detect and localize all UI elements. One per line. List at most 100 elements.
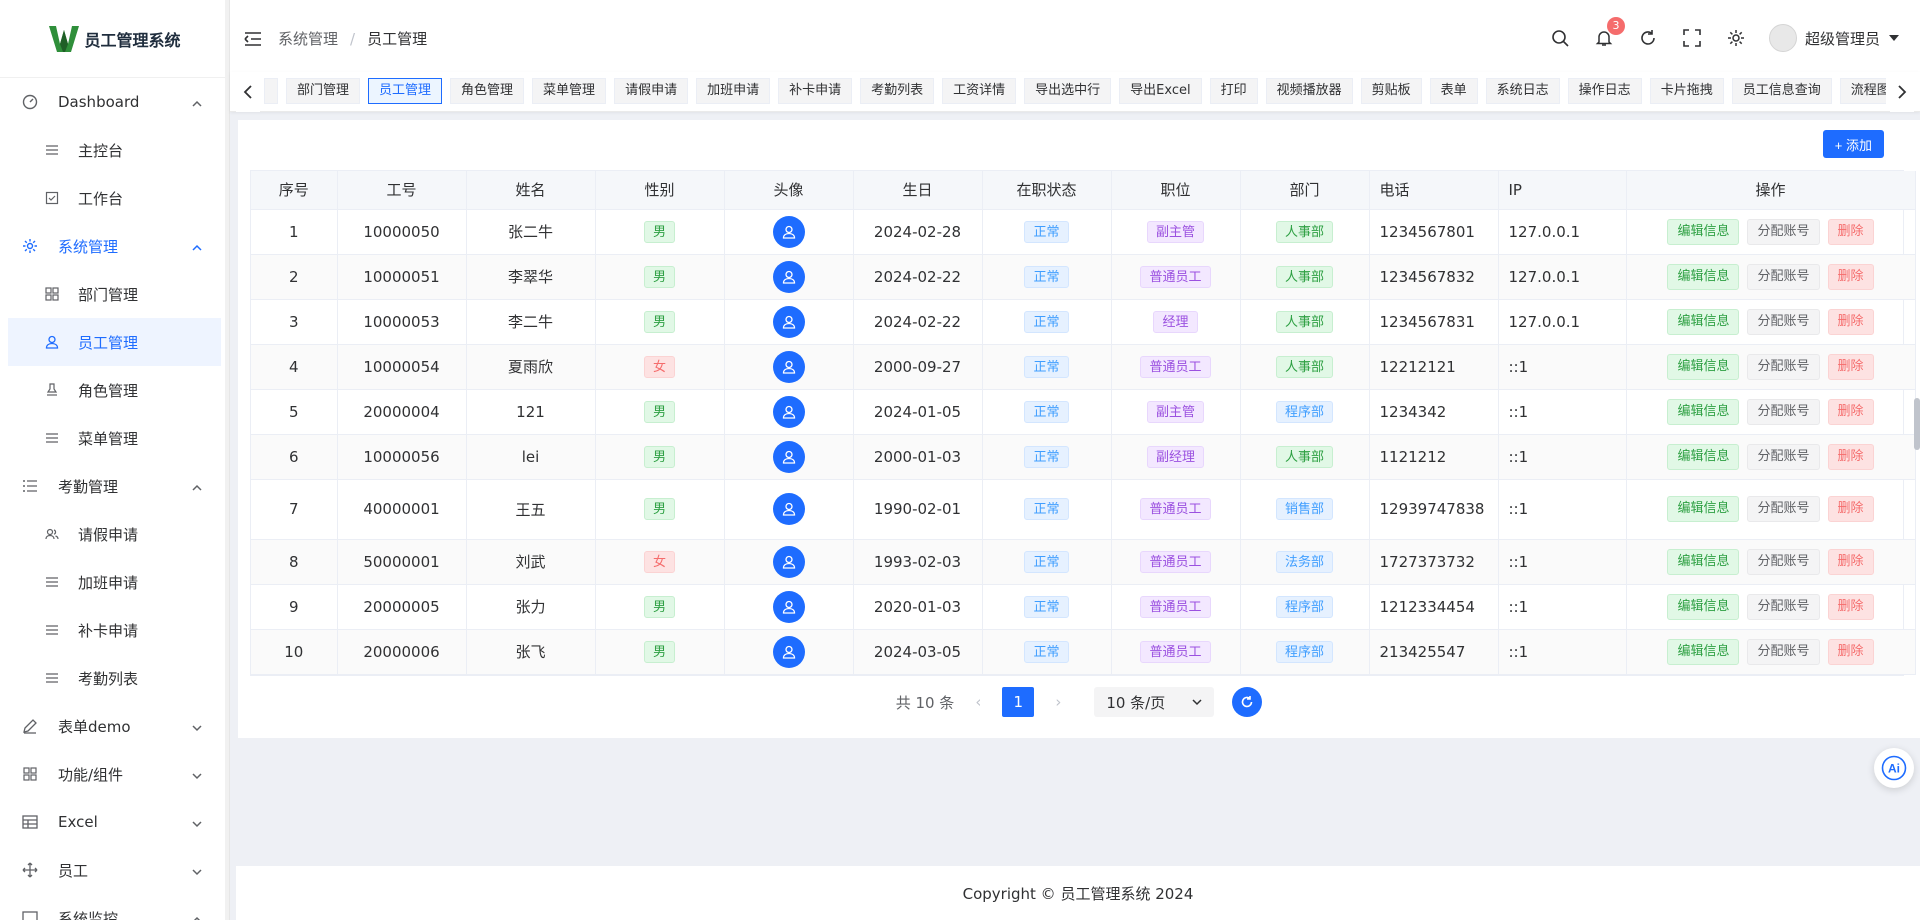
tag-item[interactable]: 打印 <box>1209 78 1258 104</box>
settings-gear-icon[interactable] <box>1725 27 1747 49</box>
delete-button[interactable]: 删除 <box>1827 398 1874 425</box>
assign-account-button[interactable]: 分配账号 <box>1747 548 1820 575</box>
delete-button[interactable]: 删除 <box>1827 593 1874 620</box>
user-name: 超级管理员 <box>1804 29 1880 48</box>
edit-info-button[interactable]: 编辑信息 <box>1667 638 1740 665</box>
tag-item[interactable]: 导出Excel <box>1119 78 1202 104</box>
refresh-icon[interactable] <box>1637 27 1659 49</box>
assign-account-button[interactable]: 分配账号 <box>1747 263 1820 290</box>
tag-item[interactable]: 角色管理 <box>450 78 525 104</box>
chevron-right-icon[interactable] <box>1890 72 1914 112</box>
tag-item[interactable]: 部门管理 <box>286 78 361 104</box>
tag-item[interactable]: 加班申请 <box>696 78 771 104</box>
delete-button[interactable]: 删除 <box>1827 218 1874 245</box>
edit-info-button[interactable]: 编辑信息 <box>1667 353 1740 380</box>
delete-button[interactable]: 删除 <box>1827 308 1874 335</box>
sidebar-item-1[interactable]: 主控台 <box>0 126 229 174</box>
collapse-menu-icon[interactable] <box>244 30 262 48</box>
edit-info-button[interactable]: 编辑信息 <box>1667 593 1740 620</box>
tag-item[interactable]: 卡片拖拽 <box>1649 78 1724 104</box>
sidebar-group-16[interactable]: 员工 <box>0 846 229 894</box>
tag-item[interactable]: 菜单管理 <box>532 78 607 104</box>
assign-account-button[interactable]: 分配账号 <box>1747 308 1820 335</box>
sidebar-item-9[interactable]: 请假申请 <box>0 510 229 558</box>
sidebar-item-6[interactable]: 角色管理 <box>0 366 229 414</box>
tag-item[interactable]: 表单 <box>1429 78 1478 104</box>
refresh-button[interactable] <box>1232 687 1263 717</box>
cell-status: 正常 <box>982 299 1112 345</box>
sidebar-item-11[interactable]: 补卡申请 <box>0 606 229 654</box>
delete-button[interactable]: 删除 <box>1827 353 1874 380</box>
tag-item[interactable]: 工资详情 <box>942 78 1017 104</box>
app-logo[interactable]: 员工管理系统 <box>0 0 229 78</box>
tag-item[interactable]: 视频播放器 <box>1265 78 1353 104</box>
sidebar-group-15[interactable]: Excel <box>0 798 229 846</box>
tag-item[interactable]: 剪贴板 <box>1360 78 1422 104</box>
sidebar-item-12[interactable]: 考勤列表 <box>0 654 229 702</box>
tag-item[interactable]: 考勤列表 <box>860 78 935 104</box>
edit-info-button[interactable]: 编辑信息 <box>1667 398 1740 425</box>
sidebar-item-label: 补卡申请 <box>78 621 139 640</box>
sidebar-group-13[interactable]: 表单demo <box>0 702 229 750</box>
tag-item[interactable] <box>264 78 278 104</box>
delete-button[interactable]: 删除 <box>1827 496 1874 522</box>
sidebar-item-7[interactable]: 菜单管理 <box>0 414 229 462</box>
delete-button[interactable]: 删除 <box>1827 443 1874 470</box>
next-page-icon[interactable]: › <box>1048 693 1068 711</box>
cell-phone: 213425547 <box>1369 629 1499 675</box>
sidebar-group-3[interactable]: 系统管理 <box>0 222 229 270</box>
add-button[interactable]: + 添加 <box>1822 130 1884 158</box>
tag-item[interactable]: 操作日志 <box>1567 78 1642 104</box>
column-header: 工号 <box>337 171 467 210</box>
tag-item[interactable]: 流程图 <box>1839 78 1886 104</box>
sidebar-item-10[interactable]: 加班申请 <box>0 558 229 606</box>
assign-account-button[interactable]: 分配账号 <box>1747 218 1820 245</box>
delete-button[interactable]: 删除 <box>1827 548 1874 575</box>
tag-item[interactable]: 员工管理 <box>368 78 443 104</box>
page-scrollbar[interactable] <box>1914 398 1920 450</box>
assign-account-button[interactable]: 分配账号 <box>1747 353 1820 380</box>
search-icon[interactable] <box>1549 27 1571 49</box>
sidebar-item-4[interactable]: 部门管理 <box>0 270 229 318</box>
sidebar-item-5[interactable]: 员工管理 <box>8 318 229 366</box>
tag-item[interactable]: 请假申请 <box>614 78 689 104</box>
assign-account-button[interactable]: 分配账号 <box>1747 593 1820 620</box>
edit-info-button[interactable]: 编辑信息 <box>1667 443 1740 470</box>
chevron-left-icon[interactable] <box>236 72 260 112</box>
prev-page-icon[interactable]: ‹ <box>968 693 988 711</box>
tag-item[interactable]: 系统日志 <box>1485 78 1560 104</box>
fullscreen-icon[interactable] <box>1681 27 1703 49</box>
edit-info-button[interactable]: 编辑信息 <box>1667 263 1740 290</box>
tag-item[interactable]: 导出选中行 <box>1024 78 1112 104</box>
edit-info-button[interactable]: 编辑信息 <box>1667 308 1740 335</box>
ai-assistant-button[interactable]: Ai <box>1874 748 1914 788</box>
tag-item[interactable]: 员工信息查询 <box>1731 78 1832 104</box>
sidebar-item-label: 菜单管理 <box>78 429 139 448</box>
page-number[interactable]: 1 <box>1002 687 1035 717</box>
user-menu[interactable]: 超级管理员 <box>1768 24 1900 52</box>
tag-item[interactable]: 补卡申请 <box>778 78 853 104</box>
cell-department: 程序部 <box>1240 629 1370 675</box>
refresh-icon <box>1242 696 1253 708</box>
assign-account-button[interactable]: 分配账号 <box>1747 398 1820 425</box>
sidebar-group-0[interactable]: Dashboard <box>0 78 229 126</box>
delete-button[interactable]: 删除 <box>1827 263 1874 290</box>
edit-info-button[interactable]: 编辑信息 <box>1667 496 1740 522</box>
breadcrumb-item[interactable]: 系统管理 <box>278 28 338 49</box>
assign-account-button[interactable]: 分配账号 <box>1747 443 1820 470</box>
sidebar-item-label: 请假申请 <box>78 525 139 544</box>
sidebar-item-2[interactable]: 工作台 <box>0 174 229 222</box>
edit-info-button[interactable]: 编辑信息 <box>1667 548 1740 575</box>
sidebar-group-8[interactable]: 考勤管理 <box>0 462 229 510</box>
cell-index: 4 <box>251 344 338 390</box>
sidebar-group-17[interactable]: 系统监控 <box>0 894 229 920</box>
bell-icon[interactable]: 3 <box>1593 17 1625 49</box>
sidebar-group-14[interactable]: 功能/组件 <box>0 750 229 798</box>
edit-info-button[interactable]: 编辑信息 <box>1667 218 1740 245</box>
page-size-select[interactable]: 10 条/页 <box>1094 687 1215 717</box>
sidebar-scrollbar[interactable] <box>225 0 229 920</box>
assign-account-button[interactable]: 分配账号 <box>1747 638 1820 665</box>
assign-account-button[interactable]: 分配账号 <box>1747 496 1820 522</box>
delete-button[interactable]: 删除 <box>1827 638 1874 665</box>
cell-employee-no: 10000053 <box>337 299 467 345</box>
